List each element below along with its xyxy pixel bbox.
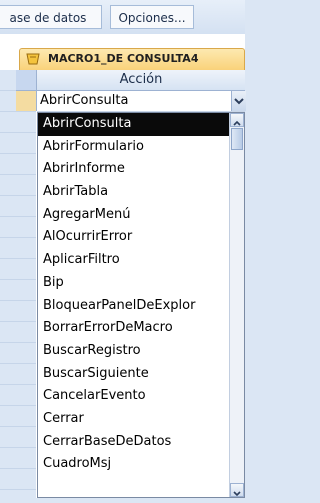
dropdown-item[interactable]: AbrirConsulta (38, 113, 231, 136)
column-header-accion[interactable]: Acción (37, 70, 245, 91)
dropdown-item[interactable]: AbrirTabla (38, 181, 231, 204)
scroll-up-button[interactable] (230, 113, 244, 127)
dropdown-item[interactable]: BuscarRegistro (38, 340, 231, 363)
select-all-corner[interactable] (16, 70, 37, 91)
document-title: MACRO1_DE CONSULTA4 (48, 52, 199, 65)
row-selector-strip (0, 70, 36, 498)
dropdown-item[interactable]: AlOcurrirError (38, 226, 231, 249)
current-row-selector[interactable] (16, 91, 37, 111)
macro-icon (26, 53, 40, 65)
dropdown-item[interactable]: CancelarEvento (38, 385, 231, 408)
action-dropdown-list[interactable]: AbrirConsulta AbrirFormulario AbrirInforme… (37, 112, 245, 498)
dropdown-item[interactable]: BloquearPanelDeExplor (38, 295, 231, 318)
macro-document: MACRO1_DE CONSULTA4 Acción AbrirConsulta… (0, 34, 246, 498)
dropdown-arrow-button[interactable] (231, 91, 246, 111)
dropdown-item[interactable]: CuadroMsj (38, 453, 231, 476)
tab-opciones[interactable]: Opciones... (110, 5, 194, 29)
dropdown-item[interactable]: AplicarFiltro (38, 249, 231, 272)
dropdown-item[interactable]: AbrirFormulario (38, 136, 231, 159)
scroll-thumb[interactable] (231, 128, 243, 150)
dropdown-item[interactable]: CerrarBaseDeDatos (38, 431, 231, 454)
document-tab[interactable]: MACRO1_DE CONSULTA4 (19, 48, 245, 70)
action-combobox[interactable]: AbrirConsulta (37, 91, 246, 112)
ribbon-tab-bar: ase de datos Opciones... (0, 0, 245, 34)
action-combobox-value[interactable]: AbrirConsulta (40, 93, 128, 108)
dropdown-item[interactable]: AbrirInforme (38, 158, 231, 181)
dropdown-item[interactable]: BorrarErrorDeMacro (38, 317, 231, 340)
dropdown-item[interactable]: Cerrar (38, 408, 231, 431)
dropdown-scrollbar[interactable] (229, 113, 244, 497)
dropdown-item[interactable]: Bip (38, 272, 231, 295)
dropdown-items: AbrirConsulta AbrirFormulario AbrirInforme… (38, 113, 231, 476)
tab-base-de-datos[interactable]: ase de datos (0, 5, 102, 29)
dropdown-item[interactable]: BuscarSiguiente (38, 363, 231, 386)
macro-grid: Acción AbrirConsulta AbrirConsulta AbrirF… (0, 70, 246, 498)
chevron-down-icon (233, 491, 241, 497)
chevron-down-icon (234, 98, 244, 105)
scroll-down-button[interactable] (230, 483, 244, 497)
dropdown-item[interactable]: AgregarMenú (38, 204, 231, 227)
